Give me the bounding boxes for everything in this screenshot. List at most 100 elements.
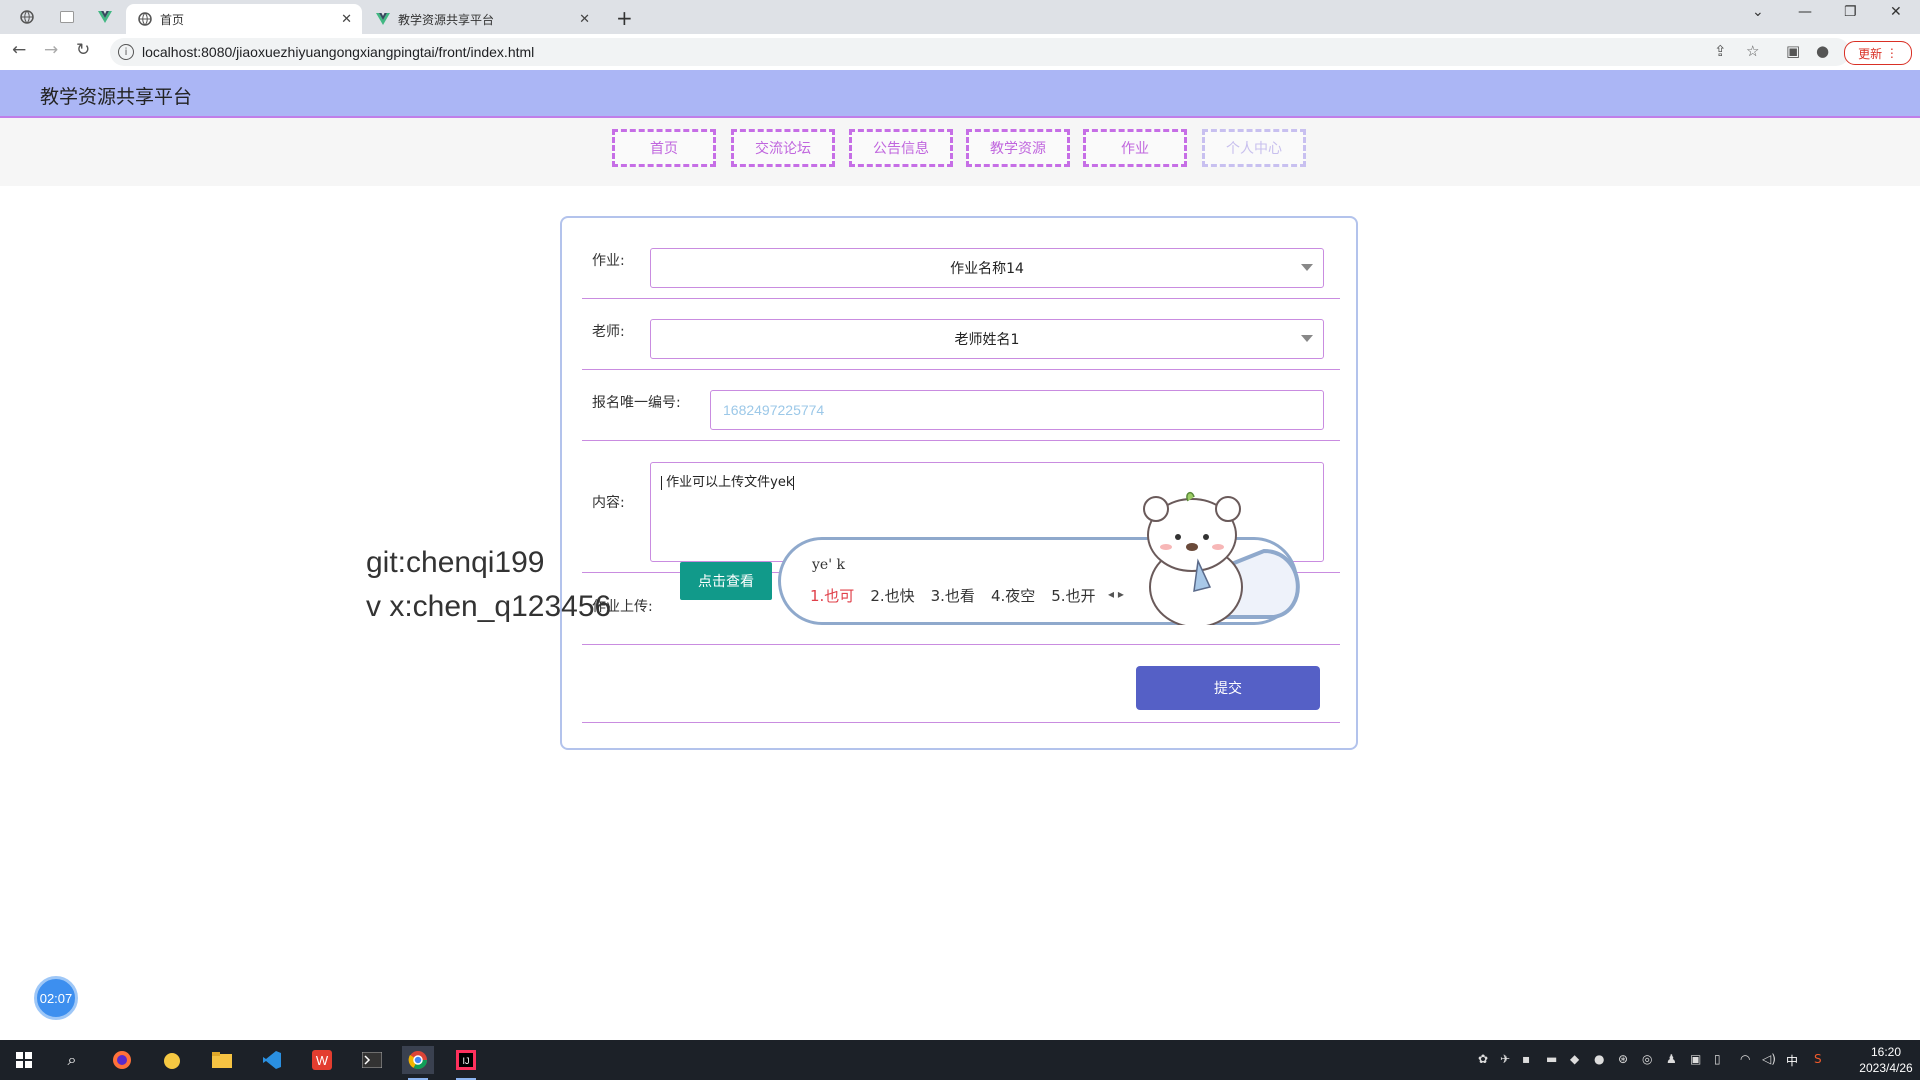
tray-usb-icon[interactable]: ▯: [1714, 1052, 1721, 1066]
ime-candidate[interactable]: 1.也可: [810, 585, 854, 606]
forward-icon[interactable]: →: [44, 40, 58, 60]
regno-placeholder: 1682497225774: [723, 402, 825, 418]
tab-title: 首页: [160, 12, 185, 27]
nav-label: 首页: [650, 141, 678, 157]
intellij-icon[interactable]: IJ: [450, 1046, 482, 1080]
vscode-icon[interactable]: [256, 1046, 288, 1074]
watermark-line-1: git:chenqi199: [366, 546, 545, 579]
close-tab-icon[interactable]: ✕: [341, 12, 352, 27]
pinned-tab-1[interactable]: [10, 4, 44, 30]
address-bar[interactable]: i localhost:8080/jiaoxuezhiyuangongxiang…: [110, 38, 1850, 66]
search-icon[interactable]: ⌕: [56, 1046, 88, 1074]
submit-button[interactable]: 提交: [1136, 666, 1320, 710]
update-label: 更新: [1858, 46, 1883, 61]
chrome-icon[interactable]: [402, 1046, 434, 1080]
tray-qq-icon[interactable]: ♟: [1666, 1052, 1677, 1066]
restore-icon[interactable]: ❐: [1844, 4, 1857, 20]
wifi-icon[interactable]: ◠: [1740, 1052, 1750, 1066]
site-info-icon[interactable]: i: [118, 44, 134, 60]
site-header: 教学资源共享平台: [0, 70, 1920, 118]
chevron-down-icon: [1301, 264, 1313, 271]
tray-app-icon[interactable]: ▣: [1690, 1052, 1701, 1066]
text-cursor: [661, 475, 662, 490]
tab-platform[interactable]: 教学资源共享平台 ✕: [364, 4, 600, 34]
nav-homework[interactable]: 作业: [1083, 129, 1187, 167]
tray-app-icon[interactable]: ✿: [1478, 1052, 1488, 1066]
tray-app-icon[interactable]: ●: [1594, 1052, 1604, 1066]
tray-app-icon[interactable]: ▪: [1522, 1052, 1530, 1066]
nav-label: 公告信息: [873, 141, 929, 157]
homework-select[interactable]: 作业名称14: [650, 248, 1324, 288]
update-button[interactable]: 更新 ⋮: [1844, 41, 1912, 65]
divider: [582, 369, 1340, 370]
pinned-tab-2[interactable]: [50, 4, 84, 30]
address-row: ← → ↻ i localhost:8080/jiaoxuezhiyuangon…: [0, 34, 1920, 71]
pinned-tab-3[interactable]: [88, 4, 122, 30]
ime-lang-indicator[interactable]: 中: [1786, 1052, 1798, 1069]
tray-folder-icon[interactable]: ▬: [1546, 1052, 1557, 1066]
view-button-label: 点击查看: [698, 574, 754, 590]
close-tab-icon[interactable]: ✕: [579, 12, 590, 27]
nav-resources[interactable]: 教学资源: [966, 129, 1070, 167]
share-icon[interactable]: ⇪: [1714, 42, 1727, 60]
bookmark-star-icon[interactable]: ☆: [1746, 42, 1759, 60]
nav-announcements[interactable]: 公告信息: [849, 129, 953, 167]
app-icon[interactable]: [156, 1046, 188, 1074]
windows-start-icon[interactable]: [8, 1046, 40, 1074]
homework-label: 作业:: [592, 253, 625, 269]
tab-home[interactable]: 首页 ✕: [126, 4, 362, 34]
teacher-select[interactable]: 老师姓名1: [650, 319, 1324, 359]
timer-badge[interactable]: 02:07: [34, 976, 78, 1020]
vue-icon: [98, 11, 112, 23]
globe-icon: [20, 10, 34, 24]
divider: [582, 298, 1340, 299]
tray-app-icon[interactable]: ✈: [1500, 1052, 1510, 1066]
divider: [582, 644, 1340, 645]
side-panel-icon[interactable]: ▣: [1786, 42, 1800, 60]
minimize-icon[interactable]: —: [1798, 4, 1812, 20]
nav-forum[interactable]: 交流论坛: [731, 129, 835, 167]
tray-wechat-icon[interactable]: ◎: [1642, 1052, 1652, 1066]
view-button[interactable]: 点击查看: [680, 562, 772, 600]
ime-candidates: 1.也可 2.也快 3.也看 4.夜空 5.也开: [810, 585, 1096, 606]
ime-candidate[interactable]: 4.夜空: [991, 585, 1035, 606]
taskbar: ⌕ W IJ ✿ ✈ ▪ ▬ ◆ ● ⊛ ◎ ♟ ▣ ▯ ◠ ◁) 中 S 16…: [0, 1040, 1920, 1080]
nav-label: 教学资源: [990, 141, 1046, 157]
profile-icon[interactable]: ●: [1816, 42, 1829, 60]
tray-app-icon[interactable]: ⊛: [1618, 1052, 1628, 1066]
nav-label: 交流论坛: [755, 141, 811, 157]
nav-label: 个人中心: [1226, 141, 1282, 157]
new-tab-icon[interactable]: +: [616, 6, 633, 30]
back-icon[interactable]: ←: [12, 40, 26, 60]
vue-icon: [376, 12, 390, 26]
watermark-line-2: v x:chen_q123456: [366, 590, 612, 623]
firefox-icon[interactable]: [106, 1046, 138, 1074]
nav-home[interactable]: 首页: [612, 129, 716, 167]
ime-candidate[interactable]: 5.也开: [1051, 585, 1095, 606]
volume-icon[interactable]: ◁): [1762, 1052, 1776, 1066]
timer-text: 02:07: [39, 990, 73, 1006]
ime-candidate-popup: ye' k 1.也可 2.也快 3.也看 4.夜空 5.也开 ◂ ▸: [778, 491, 1300, 627]
nav-profile[interactable]: 个人中心: [1202, 129, 1306, 167]
main-nav: 首页 交流论坛 公告信息 教学资源 作业 个人中心: [0, 118, 1920, 186]
close-window-icon[interactable]: ✕: [1890, 4, 1902, 20]
content-label: 内容:: [592, 495, 625, 511]
divider: [582, 440, 1340, 441]
regno-label: 报名唯一编号:: [592, 395, 681, 411]
wps-icon[interactable]: W: [306, 1046, 338, 1074]
taskbar-clock[interactable]: 16:20 2023/4/26: [1856, 1044, 1916, 1076]
ime-candidate[interactable]: 2.也快: [870, 585, 914, 606]
reload-icon[interactable]: ↻: [76, 40, 90, 60]
url-text: localhost:8080/jiaoxuezhiyuangongxiangpi…: [142, 44, 535, 60]
tray-shield-icon[interactable]: ◆: [1570, 1052, 1579, 1066]
regno-input[interactable]: 1682497225774: [710, 390, 1324, 430]
tray-sogou-icon[interactable]: S: [1814, 1052, 1822, 1066]
divider: [582, 722, 1340, 723]
file-explorer-icon[interactable]: [206, 1046, 238, 1074]
svg-text:IJ: IJ: [462, 1056, 469, 1066]
submit-button-label: 提交: [1214, 681, 1242, 697]
tab-search-chevron-icon[interactable]: ⌄: [1752, 4, 1764, 20]
ime-candidate[interactable]: 3.也看: [931, 585, 975, 606]
terminal-icon[interactable]: [356, 1046, 388, 1074]
caret: [793, 475, 795, 490]
